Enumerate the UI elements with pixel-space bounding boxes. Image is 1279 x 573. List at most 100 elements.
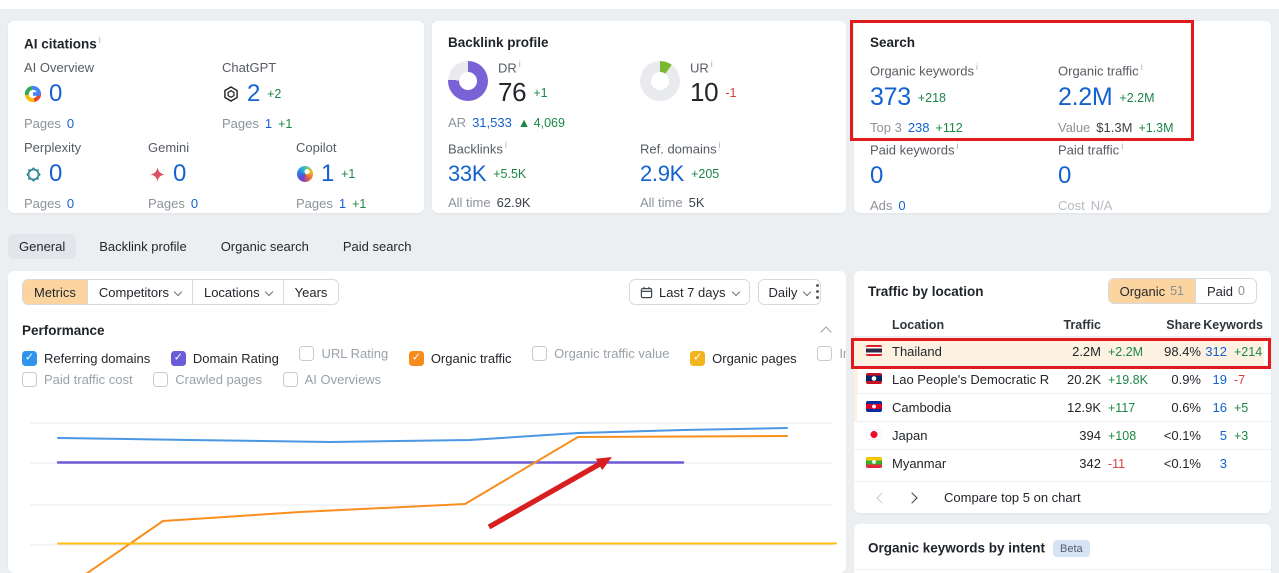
granularity-button[interactable]: Daily xyxy=(757,279,822,305)
stat-ai-overview: AI Overview 0 Pages 0 xyxy=(24,60,95,131)
google-icon xyxy=(24,85,42,103)
flag-cambodia-icon xyxy=(866,401,882,412)
more-options-icon[interactable] xyxy=(816,284,819,287)
metric-checkbox-impressions[interactable]: ✓Impressions xyxy=(817,346,846,361)
ref-domains-value[interactable]: 2.9K xyxy=(640,161,684,187)
location-row-thailand[interactable]: Thailand 2.2M +2.2M 98.4% 312 +214 xyxy=(854,337,1271,365)
stat-copilot: Copilot 1 +1 Pages 1 +1 xyxy=(296,140,367,211)
info-icon[interactable]: i xyxy=(505,140,507,150)
chevron-down-icon xyxy=(731,287,740,297)
checkbox-icon: ✓ xyxy=(22,372,37,387)
organic-traffic-value[interactable]: 2.2M xyxy=(1058,83,1113,112)
chevron-down-icon xyxy=(264,287,273,297)
ur-value: 10 xyxy=(690,77,719,108)
collapse-chevron-icon[interactable] xyxy=(820,326,832,338)
filter-locations[interactable]: Locations xyxy=(191,280,283,304)
metric-checkbox-crawled-pages[interactable]: ✓Crawled pages xyxy=(153,372,262,387)
info-icon[interactable]: i xyxy=(1141,62,1143,72)
info-icon[interactable]: i xyxy=(1121,141,1123,151)
checkbox-icon: ✓ xyxy=(153,372,169,387)
beta-badge: Beta xyxy=(1053,540,1090,557)
info-icon[interactable]: i xyxy=(976,62,978,72)
checkbox-icon: ✓ xyxy=(690,351,706,366)
stat-dr: DR i 76 +1 xyxy=(498,59,548,108)
toggle-paid[interactable]: Paid 0 xyxy=(1195,279,1256,303)
chevron-down-icon xyxy=(173,287,183,297)
perplexity-icon xyxy=(24,165,42,183)
toggle-organic[interactable]: Organic 51 xyxy=(1108,279,1196,303)
flag-japan-icon xyxy=(866,429,882,440)
tab-general[interactable]: General xyxy=(8,234,77,259)
filter-metrics[interactable]: Metrics xyxy=(23,280,87,304)
organic-paid-toggle: Organic 51 Paid 0 xyxy=(1107,278,1257,304)
metric-checkbox-referring-domains[interactable]: ✓ Referring domains xyxy=(22,351,150,366)
metric-checkbox-url-rating[interactable]: ✓URL Rating xyxy=(299,346,388,361)
backlink-profile-card: Backlink profile DR i 76 +1 AR 31,533 ▲ 4… xyxy=(432,21,846,213)
share-bar xyxy=(854,394,857,421)
metric-toggles-row2: ✓Paid traffic cost ✓Crawled pages ✓AI Ov… xyxy=(22,372,398,390)
tab-backlink-profile[interactable]: Backlink profile xyxy=(88,234,197,259)
filter-years[interactable]: Years xyxy=(282,280,339,304)
location-row-cambodia[interactable]: Cambodia 12.9K +117 0.6% 16 +5 xyxy=(854,393,1271,421)
copilot-value: 1 xyxy=(321,160,335,187)
metric-checkbox-organic-traffic-value[interactable]: ✓Organic traffic value xyxy=(532,346,670,361)
metric-checkbox-organic-traffic[interactable]: ✓ Organic traffic xyxy=(408,351,512,366)
stat-perplexity: Perplexity 0 Pages 0 xyxy=(24,140,82,211)
traffic-by-location-card: Traffic by location Organic 51 Paid 0 Loca… xyxy=(854,271,1271,513)
filter-competitors[interactable]: Competitors xyxy=(86,280,192,304)
location-row-japan[interactable]: Japan 394 +108 <0.1% 5 +3 xyxy=(854,421,1271,449)
keywords-by-intent-card: Organic keywords by intent Beta xyxy=(854,524,1271,573)
stat-organic-keywords: Organic keywords i 373 +218 Top 3 238 +112 xyxy=(870,62,979,136)
search-title: Search xyxy=(870,35,916,50)
metric-checkbox-organic-pages[interactable]: ✓ Organic pages xyxy=(690,351,797,366)
ar-row: AR 31,533 ▲ 4,069 xyxy=(448,115,565,130)
location-table: Location Traffic Share Keywords Thailand… xyxy=(854,313,1271,477)
section-tabs: General Backlink profile Organic search … xyxy=(8,234,423,259)
location-row-myanmar[interactable]: Myanmar 342 -11 <0.1% 3 xyxy=(854,449,1271,477)
compare-top5-link[interactable]: Compare top 5 on chart xyxy=(944,490,1081,505)
info-icon[interactable]: i xyxy=(99,35,101,45)
copilot-icon xyxy=(296,165,314,183)
keywords-by-intent-title: Organic keywords by intent Beta xyxy=(868,540,1090,557)
flag-thailand-icon xyxy=(866,345,882,356)
next-page-icon[interactable] xyxy=(906,490,918,505)
stat-ur: UR i 10 -1 xyxy=(690,59,737,108)
metric-checkbox-domain-rating[interactable]: ✓ Domain Rating xyxy=(170,351,279,366)
chatgpt-icon xyxy=(222,85,240,103)
metric-checkbox-paid-traffic-cost[interactable]: ✓Paid traffic cost xyxy=(22,372,133,387)
stat-gemini: Gemini 0 Pages 0 xyxy=(148,140,199,211)
organic-keywords-value[interactable]: 373 xyxy=(870,83,911,112)
performance-chart[interactable] xyxy=(8,391,846,573)
location-table-footer: Compare top 5 on chart xyxy=(854,481,1271,513)
info-icon[interactable]: i xyxy=(719,140,721,150)
metric-toggles-row1: ✓Referring domains ✓Domain Rating ✓URL R… xyxy=(22,346,846,366)
info-icon[interactable]: i xyxy=(519,59,521,69)
stat-paid-traffic: Paid traffic i 0 Cost N/A xyxy=(1058,141,1124,214)
tab-organic-search[interactable]: Organic search xyxy=(210,234,320,259)
ai-citations-title: AI citations i xyxy=(24,35,101,52)
dr-value: 76 xyxy=(498,77,527,108)
performance-heading: Performance xyxy=(22,323,105,338)
date-range-button[interactable]: Last 7 days xyxy=(629,279,750,305)
backlinks-value[interactable]: 33K xyxy=(448,161,487,187)
ai-overview-value: 0 xyxy=(49,80,63,107)
chevron-down-icon xyxy=(803,287,812,297)
date-controls: Last 7 days Daily xyxy=(629,279,822,305)
performance-card: Metrics Competitors Locations Years Last… xyxy=(8,271,846,573)
location-row-laos[interactable]: Lao People's Democratic Republic 20.2K +… xyxy=(854,365,1271,393)
checkbox-icon: ✓ xyxy=(170,351,186,366)
info-icon[interactable]: i xyxy=(957,141,959,151)
backlink-profile-title: Backlink profile xyxy=(448,35,549,50)
checkbox-icon: ✓ xyxy=(532,346,548,361)
metric-checkbox-ai-overviews[interactable]: ✓AI Overviews xyxy=(282,372,381,387)
gemini-icon xyxy=(148,165,166,183)
ur-donut-chart xyxy=(640,61,680,101)
info-icon[interactable]: i xyxy=(711,59,713,69)
prev-page-icon[interactable] xyxy=(876,490,888,505)
ai-citations-card: AI citations i AI Overview 0 Pages 0 Cha… xyxy=(8,21,424,213)
traffic-by-location-title: Traffic by location xyxy=(868,284,984,299)
flag-laos-icon xyxy=(866,373,882,384)
stat-ref-domains: Ref. domains i 2.9K +205 All time 5K xyxy=(640,140,721,211)
tab-paid-search[interactable]: Paid search xyxy=(332,234,423,259)
share-bar xyxy=(854,366,858,393)
